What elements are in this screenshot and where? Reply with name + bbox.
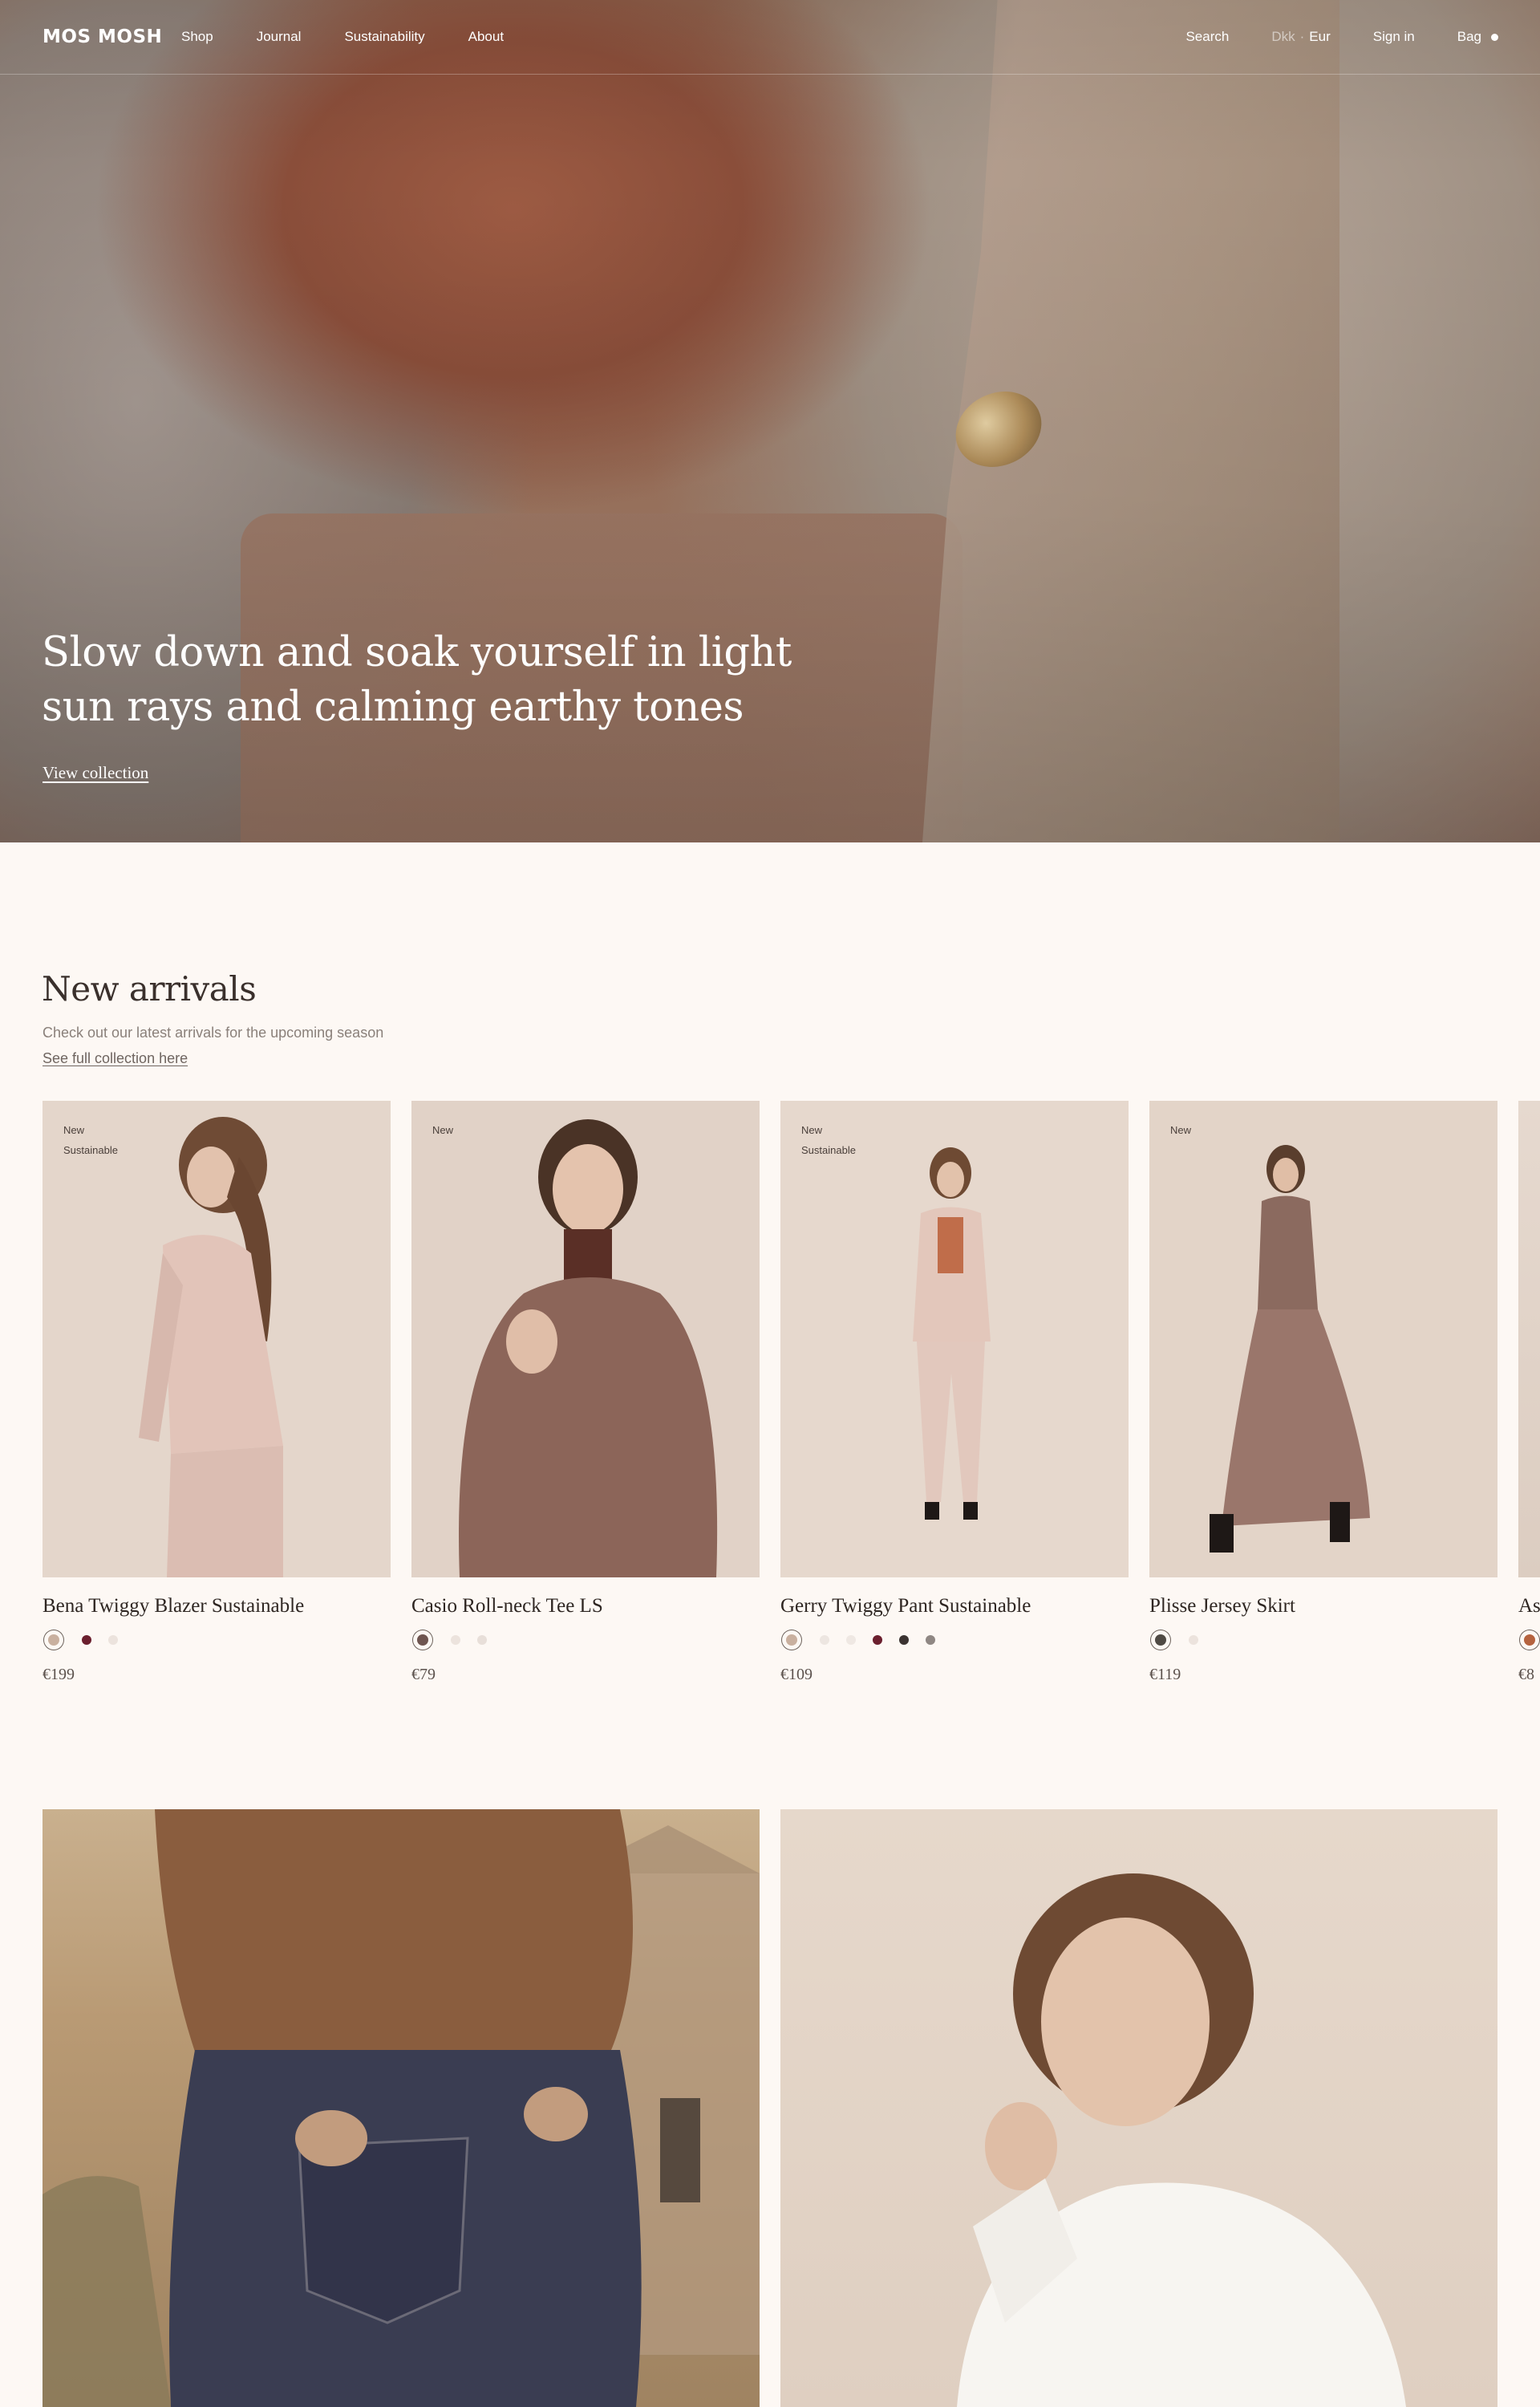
new-arrivals-title: New arrivals (42, 969, 257, 1009)
product-card[interactable]: As €8 (1518, 1101, 1540, 1684)
bag-button[interactable]: Bag (1457, 29, 1498, 45)
color-swatches (1149, 1629, 1497, 1651)
currency-dkk[interactable]: Dkk (1271, 29, 1295, 44)
product-card[interactable]: New Plisse Jersey Skirt €119 (1149, 1101, 1497, 1684)
currency-switcher: Dkk · Eur (1271, 29, 1330, 45)
color-swatch-selected[interactable] (1524, 1634, 1535, 1646)
product-badges: New Sustainable (801, 1120, 856, 1160)
product-badges: New (432, 1120, 453, 1140)
product-price: €199 (43, 1666, 75, 1683)
color-swatch[interactable] (477, 1635, 487, 1645)
badge-sustainable: Sustainable (801, 1144, 856, 1156)
hero-title: Slow down and soak yourself in light sun… (42, 629, 792, 731)
color-swatch-selected[interactable] (48, 1634, 59, 1646)
product-image[interactable] (1518, 1101, 1540, 1577)
product-card[interactable]: New Sustainable Gerry Twiggy Pant Sustai… (780, 1101, 1129, 1684)
blouse-photo (957, 1873, 1406, 2407)
color-swatch[interactable] (82, 1635, 91, 1645)
product-image[interactable]: New (1149, 1101, 1497, 1577)
product-price: €8 (1518, 1666, 1534, 1683)
full-collection-link[interactable]: See full collection here (43, 1050, 188, 1067)
product-name[interactable]: Plisse Jersey Skirt (1149, 1595, 1497, 1618)
color-swatch-selected[interactable] (786, 1634, 797, 1646)
product-name[interactable]: Gerry Twiggy Pant Sustainable (780, 1595, 1129, 1618)
color-swatch[interactable] (846, 1635, 856, 1645)
denim-photo (43, 1809, 760, 2407)
nav-sustainability[interactable]: Sustainability (344, 29, 424, 45)
product-image[interactable]: New (411, 1101, 760, 1577)
product-image[interactable]: New Sustainable (43, 1101, 391, 1577)
model-photo (43, 1101, 391, 1577)
search-button[interactable]: Search (1185, 29, 1229, 45)
product-name[interactable]: As (1518, 1595, 1540, 1618)
logo[interactable]: MOS MOSH (43, 26, 162, 47)
badge-new: New (63, 1124, 85, 1136)
badge-new: New (432, 1124, 454, 1136)
color-swatch[interactable] (899, 1635, 909, 1645)
sign-in-link[interactable]: Sign in (1373, 29, 1415, 45)
top-navigation: MOS MOSH Shop Journal Sustainability Abo… (0, 0, 1540, 75)
badge-sustainable: Sustainable (63, 1144, 118, 1156)
product-price: €109 (780, 1666, 813, 1683)
product-badges: New Sustainable (63, 1120, 118, 1160)
model-photo (1149, 1101, 1497, 1577)
product-card[interactable]: New Casio Roll-neck Tee LS €79 (411, 1101, 760, 1684)
nav-shop[interactable]: Shop (181, 29, 213, 45)
hero-banner: MOS MOSH Shop Journal Sustainability Abo… (0, 0, 1540, 842)
product-badges: New (1170, 1120, 1191, 1140)
color-swatches (411, 1629, 760, 1651)
color-swatch-selected[interactable] (1155, 1634, 1166, 1646)
product-carousel[interactable]: New Sustainable Bena Twiggy Blazer Susta… (43, 1101, 1540, 1695)
color-swatch[interactable] (926, 1635, 935, 1645)
badge-new: New (1170, 1124, 1192, 1136)
nav-utilities: Search Dkk · Eur Sign in Bag (1185, 29, 1498, 45)
bag-label: Bag (1457, 29, 1481, 44)
color-swatch[interactable] (820, 1635, 829, 1645)
product-image[interactable]: New Sustainable (780, 1101, 1129, 1577)
promo-image-denim[interactable] (43, 1809, 760, 2407)
promo-image-blouse[interactable] (780, 1809, 1497, 2407)
color-swatches (780, 1629, 1129, 1651)
model-photo (780, 1101, 1129, 1577)
product-price: €79 (411, 1666, 436, 1683)
view-collection-link[interactable]: View collection (43, 763, 148, 783)
color-swatch[interactable] (873, 1635, 882, 1645)
bag-indicator-icon (1491, 34, 1498, 42)
nav-about[interactable]: About (468, 29, 504, 45)
main-menu: Shop Journal Sustainability About (181, 29, 547, 45)
color-swatch[interactable] (108, 1635, 118, 1645)
currency-separator: · (1299, 29, 1305, 44)
model-photo (411, 1101, 760, 1577)
product-name[interactable]: Bena Twiggy Blazer Sustainable (43, 1595, 391, 1618)
product-name[interactable]: Casio Roll-neck Tee LS (411, 1595, 760, 1618)
color-swatches (43, 1629, 391, 1651)
currency-eur[interactable]: Eur (1309, 29, 1330, 44)
product-card[interactable]: New Sustainable Bena Twiggy Blazer Susta… (43, 1101, 391, 1684)
color-swatch[interactable] (451, 1635, 460, 1645)
new-arrivals-subtitle: Check out our latest arrivals for the up… (43, 1025, 384, 1041)
color-swatch[interactable] (1189, 1635, 1198, 1645)
color-swatches (1518, 1629, 1540, 1651)
badge-new: New (801, 1124, 823, 1136)
product-price: €119 (1149, 1666, 1181, 1683)
color-swatch-selected[interactable] (417, 1634, 428, 1646)
nav-journal[interactable]: Journal (257, 29, 302, 45)
